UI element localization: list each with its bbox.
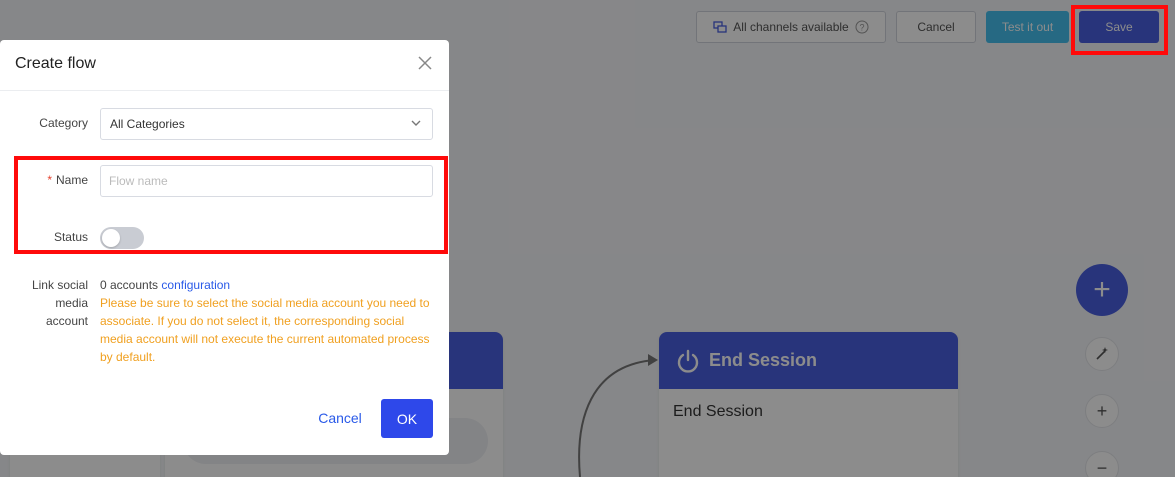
category-select[interactable]: All Categories: [100, 108, 433, 140]
category-value: All Categories: [110, 117, 185, 131]
dialog-divider: [0, 90, 449, 91]
ok-button[interactable]: OK: [381, 399, 433, 438]
warning-text: Please be sure to select the social medi…: [100, 296, 430, 364]
dialog-title: Create flow: [15, 55, 96, 72]
save-highlight-box: [1071, 5, 1168, 55]
close-icon: [418, 56, 432, 70]
dialog-cancel-button[interactable]: Cancel: [311, 407, 369, 429]
link-social-label: Link social media account: [31, 278, 88, 328]
category-label: Category: [39, 116, 88, 130]
name-status-highlight-box: [14, 156, 448, 254]
accounts-count: 0 accounts: [100, 278, 159, 292]
configuration-link[interactable]: configuration: [161, 278, 230, 292]
link-social-area: 0 accounts configuration Please be sure …: [100, 276, 440, 366]
close-button[interactable]: [416, 55, 434, 73]
chevron-down-icon: [411, 120, 421, 126]
